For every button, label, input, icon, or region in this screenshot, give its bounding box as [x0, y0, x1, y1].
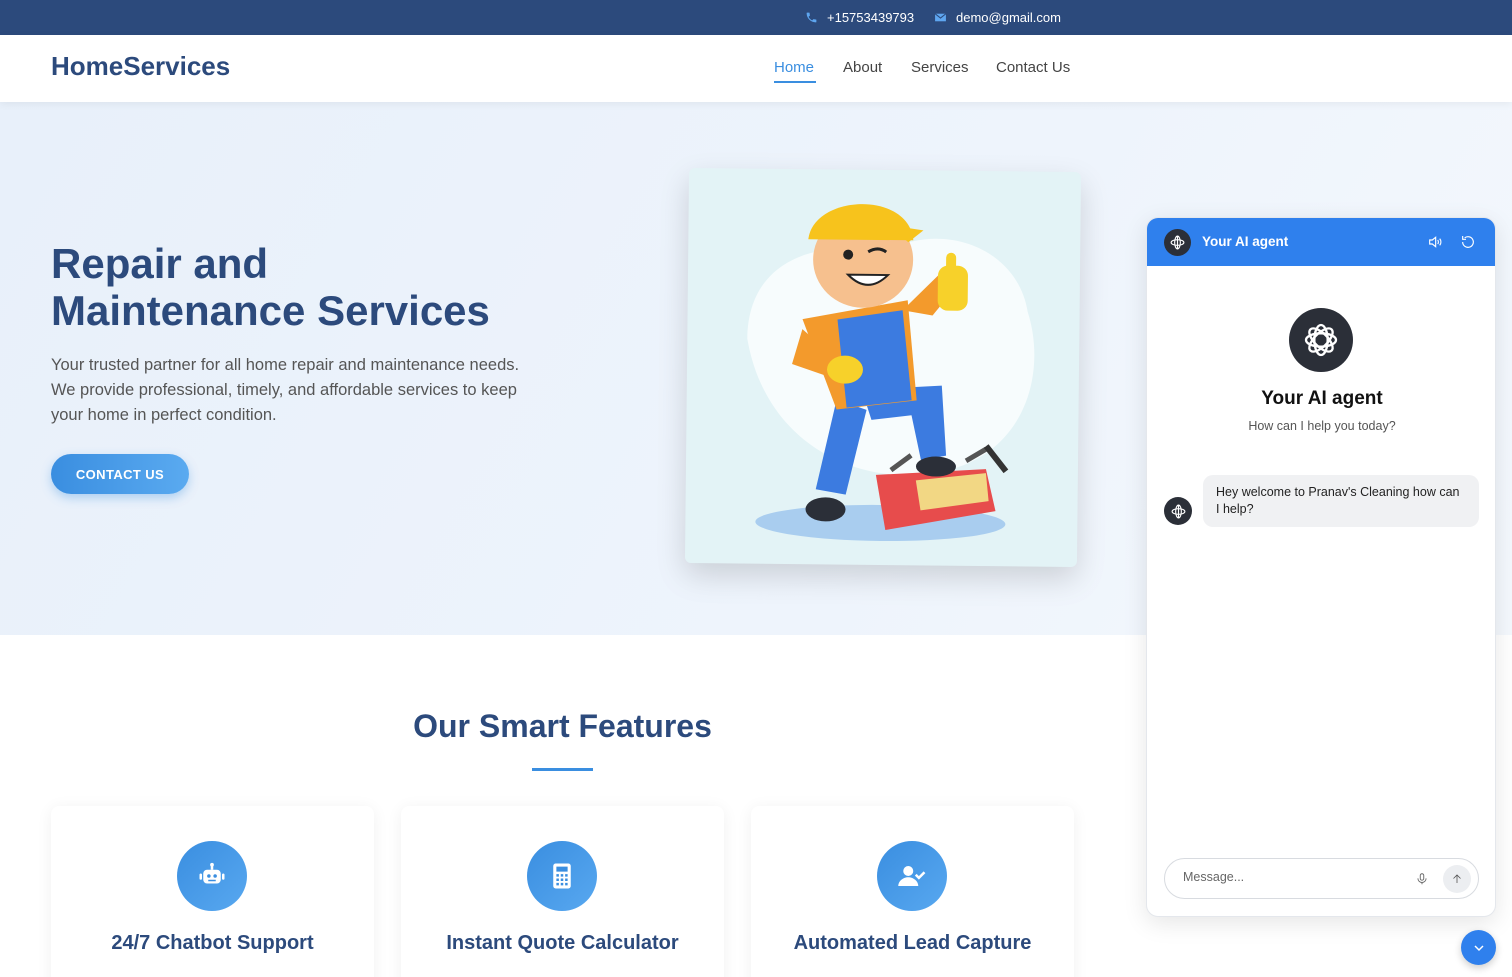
- chat-header: Your AI agent: [1147, 218, 1495, 266]
- user-check-icon: [898, 866, 926, 886]
- nav-contact-us[interactable]: Contact Us: [996, 59, 1070, 76]
- envelope-icon: [934, 13, 947, 22]
- feature-card-quote-calculator[interactable]: Instant Quote Calculator: [401, 806, 724, 977]
- agent-avatar-large: [1289, 308, 1353, 372]
- microphone-icon[interactable]: [1413, 870, 1431, 888]
- agent-logo-icon: [1171, 504, 1185, 518]
- robot-icon: [199, 862, 225, 884]
- features-title: Our Smart Features: [413, 708, 712, 744]
- agent-logo-icon: [1170, 235, 1185, 250]
- feature-icon-wrap: [877, 841, 947, 911]
- features-divider: [532, 768, 593, 771]
- feature-title: 24/7 Chatbot Support: [111, 932, 314, 954]
- agent-avatar-small: [1164, 229, 1191, 256]
- feature-title: Instant Quote Calculator: [446, 932, 679, 954]
- email-contact[interactable]: demo@gmail.com: [934, 0, 1061, 35]
- nav-home[interactable]: Home: [774, 59, 814, 76]
- speaker-icon[interactable]: [1426, 233, 1444, 251]
- agent-name: Your AI agent: [1261, 388, 1383, 409]
- message-avatar: [1164, 497, 1192, 525]
- phone-number: +15753439793: [827, 10, 915, 25]
- top-contact-bar: +15753439793 demo@gmail.com: [0, 0, 1512, 35]
- feature-card-lead-capture[interactable]: Automated Lead Capture: [751, 806, 1074, 977]
- feature-icon-wrap: [177, 841, 247, 911]
- hero-title: Repair and Maintenance Services: [51, 240, 591, 334]
- feature-card-chatbot[interactable]: 24/7 Chatbot Support: [51, 806, 374, 977]
- message-input[interactable]: [1183, 870, 1403, 884]
- refresh-icon[interactable]: [1459, 233, 1477, 251]
- handyman-illustration: [747, 204, 1035, 542]
- scroll-down-button[interactable]: [1461, 930, 1496, 965]
- chat-input-bar: [1164, 858, 1479, 899]
- hero-title-line2: Maintenance Services: [51, 287, 490, 334]
- nav-services[interactable]: Services: [911, 59, 969, 76]
- feature-title: Automated Lead Capture: [793, 932, 1032, 954]
- agent-message-bubble: Hey welcome to Pranav's Cleaning how can…: [1203, 475, 1479, 527]
- ai-chat-widget: Your AI agent Your AI agent How can I he…: [1146, 217, 1496, 917]
- hero-title-line1: Repair and: [51, 240, 269, 287]
- active-nav-indicator: [774, 81, 816, 83]
- phone-icon: [806, 12, 817, 23]
- hero-description: Your trusted partner for all home repair…: [51, 356, 520, 424]
- send-button[interactable]: [1443, 865, 1471, 893]
- agent-logo-icon: [1304, 323, 1338, 357]
- chat-header-title: Your AI agent: [1202, 234, 1289, 249]
- email-address: demo@gmail.com: [956, 10, 1061, 25]
- main-navbar: HomeServices Home About Services Contact…: [0, 35, 1512, 102]
- phone-contact[interactable]: +15753439793: [805, 0, 914, 35]
- nav-about[interactable]: About: [843, 59, 882, 76]
- arrow-up-icon: [1453, 874, 1461, 883]
- agent-subtitle: How can I help you today?: [1248, 419, 1396, 433]
- chevron-down-icon: [1473, 944, 1484, 951]
- feature-icon-wrap: [527, 841, 597, 911]
- brand-logo[interactable]: HomeServices: [51, 51, 230, 82]
- hero-illustration: [684, 167, 1082, 568]
- calculator-icon: [553, 863, 571, 889]
- contact-us-button[interactable]: CONTACT US: [51, 454, 189, 494]
